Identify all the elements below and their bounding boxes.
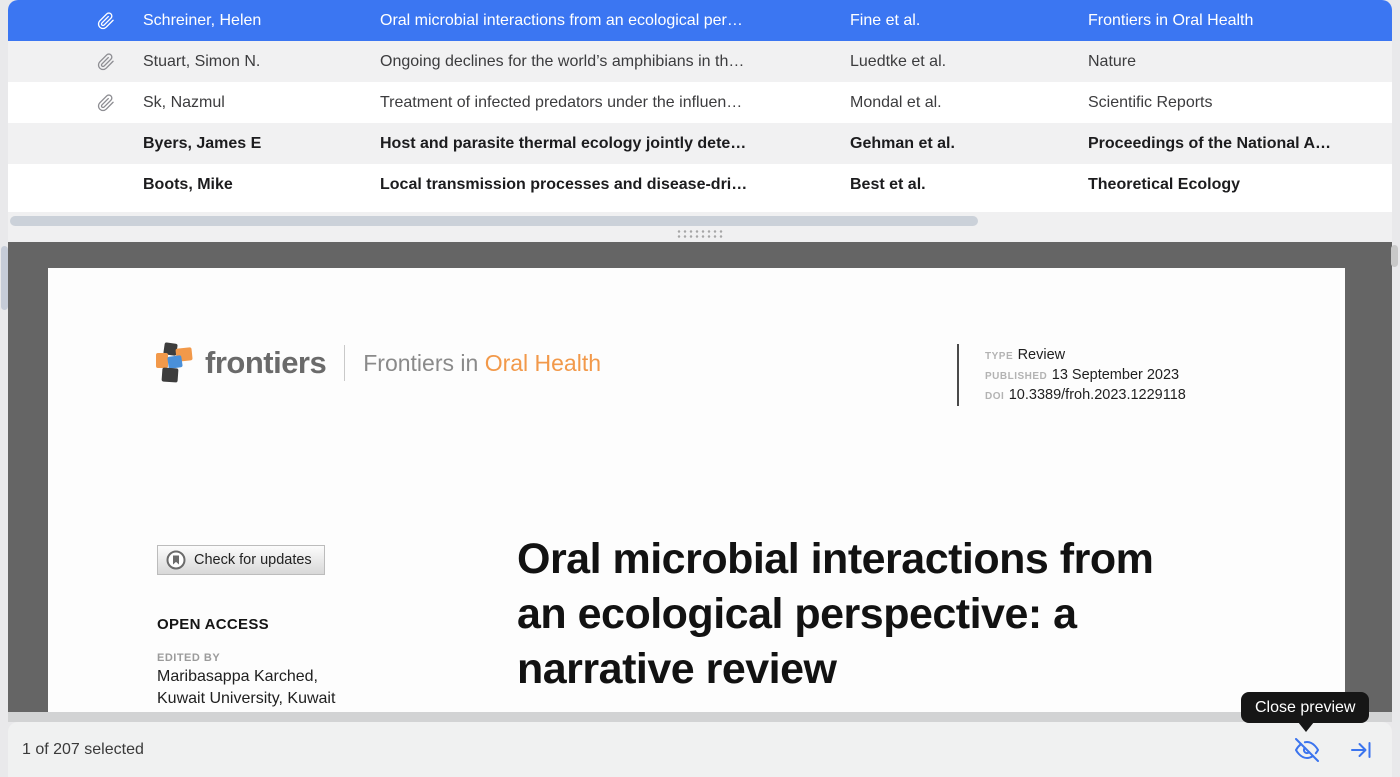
- close-preview-tooltip: Close preview: [1241, 692, 1369, 723]
- pane-resize-handle[interactable]: [676, 229, 724, 238]
- tooltip-caret: [1298, 722, 1314, 732]
- open-details-panel-button[interactable]: [1348, 737, 1374, 763]
- paperclip-icon: [97, 12, 115, 30]
- reference-table: Schreiner, Helen Oral microbial interact…: [8, 0, 1392, 212]
- author-cell: Sk, Nazmul: [143, 94, 380, 112]
- edited-by-label: EDITED BY: [157, 652, 220, 664]
- status-bar: 1 of 207 selected: [8, 722, 1392, 777]
- editor-name: Maribasappa Karched,: [157, 668, 318, 686]
- journal-cell: Scientific Reports: [1088, 94, 1392, 112]
- horizontal-scrollbar-thumb[interactable]: [10, 216, 978, 226]
- preview-vertical-scrollbar-thumb[interactable]: [1391, 245, 1398, 267]
- open-access-label: OPEN ACCESS: [157, 616, 269, 633]
- meta-doi: DOI 10.3389/froh.2023.1229118: [985, 386, 1186, 406]
- arrow-to-bar-icon: [1349, 738, 1373, 762]
- check-for-updates-button[interactable]: Check for updates: [157, 545, 325, 575]
- journal-cell: Theoretical Ecology: [1088, 176, 1392, 194]
- logo-divider: [344, 345, 345, 381]
- attachment-cell: [8, 53, 143, 71]
- title-cell: Host and parasite thermal ecology jointl…: [380, 135, 850, 153]
- table-row[interactable]: Byers, James E Host and parasite thermal…: [8, 123, 1392, 164]
- author-cell: Boots, Mike: [143, 176, 380, 194]
- table-row[interactable]: Sk, Nazmul Treatment of infected predato…: [8, 82, 1392, 123]
- journal-cell: Nature: [1088, 53, 1392, 71]
- attachment-cell: [8, 12, 143, 30]
- attachment-cell: [8, 94, 143, 112]
- journal-cell: Proceedings of the National A…: [1088, 135, 1392, 153]
- article-title: Oral microbial interactions from an ecol…: [517, 532, 1153, 697]
- citation-cell: Luedtke et al.: [850, 53, 1088, 71]
- table-row[interactable]: Schreiner, Helen Oral microbial interact…: [8, 0, 1392, 41]
- table-row[interactable]: Boots, Mike Local transmission processes…: [8, 164, 1392, 205]
- tooltip-label: Close preview: [1255, 699, 1355, 717]
- preview-horizontal-scrollbar-track[interactable]: [8, 712, 1392, 722]
- paperclip-icon: [97, 94, 115, 112]
- title-cell: Local transmission processes and disease…: [380, 176, 850, 194]
- meta-type: TYPE Review: [985, 346, 1186, 366]
- title-cell: Oral microbial interactions from an ecol…: [380, 12, 850, 30]
- author-cell: Stuart, Simon N.: [143, 53, 380, 71]
- citation-cell: Fine et al.: [850, 12, 1088, 30]
- selection-count: 1 of 207 selected: [22, 741, 144, 759]
- check-for-updates-label: Check for updates: [194, 552, 312, 568]
- journal-name: Frontiers in Oral Health: [363, 350, 601, 377]
- title-cell: Treatment of infected predators under th…: [380, 94, 850, 112]
- citation-cell: Best et al.: [850, 176, 1088, 194]
- reference-manager-window: Schreiner, Helen Oral microbial interact…: [0, 0, 1400, 777]
- left-vertical-scrollbar-thumb[interactable]: [1, 246, 8, 310]
- frontiers-logo-icon: [155, 342, 195, 384]
- eye-off-icon: [1295, 738, 1319, 762]
- pdf-preview-pane: frontiers Frontiers in Oral Health TYPE …: [8, 242, 1392, 722]
- author-cell: Schreiner, Helen: [143, 12, 380, 30]
- editor-affiliation: Kuwait University, Kuwait: [157, 690, 335, 708]
- paperclip-icon: [97, 53, 115, 71]
- title-cell: Ongoing declines for the world’s amphibi…: [380, 53, 850, 71]
- table-scroll-area: [8, 212, 1392, 242]
- author-cell: Byers, James E: [143, 135, 380, 153]
- meta-published: PUBLISHED 13 September 2023: [985, 366, 1186, 386]
- pdf-page: frontiers Frontiers in Oral Health TYPE …: [48, 268, 1345, 712]
- publisher-wordmark: frontiers: [205, 345, 326, 381]
- close-preview-button[interactable]: [1294, 737, 1320, 763]
- citation-cell: Mondal et al.: [850, 94, 1088, 112]
- journal-cell: Frontiers in Oral Health: [1088, 12, 1392, 30]
- frontiers-logo: frontiers Frontiers in Oral Health: [155, 342, 601, 384]
- article-meta: TYPE Review PUBLISHED 13 September 2023 …: [957, 344, 1186, 406]
- crossmark-icon: [166, 550, 186, 570]
- table-row[interactable]: Stuart, Simon N. Ongoing declines for th…: [8, 41, 1392, 82]
- citation-cell: Gehman et al.: [850, 135, 1088, 153]
